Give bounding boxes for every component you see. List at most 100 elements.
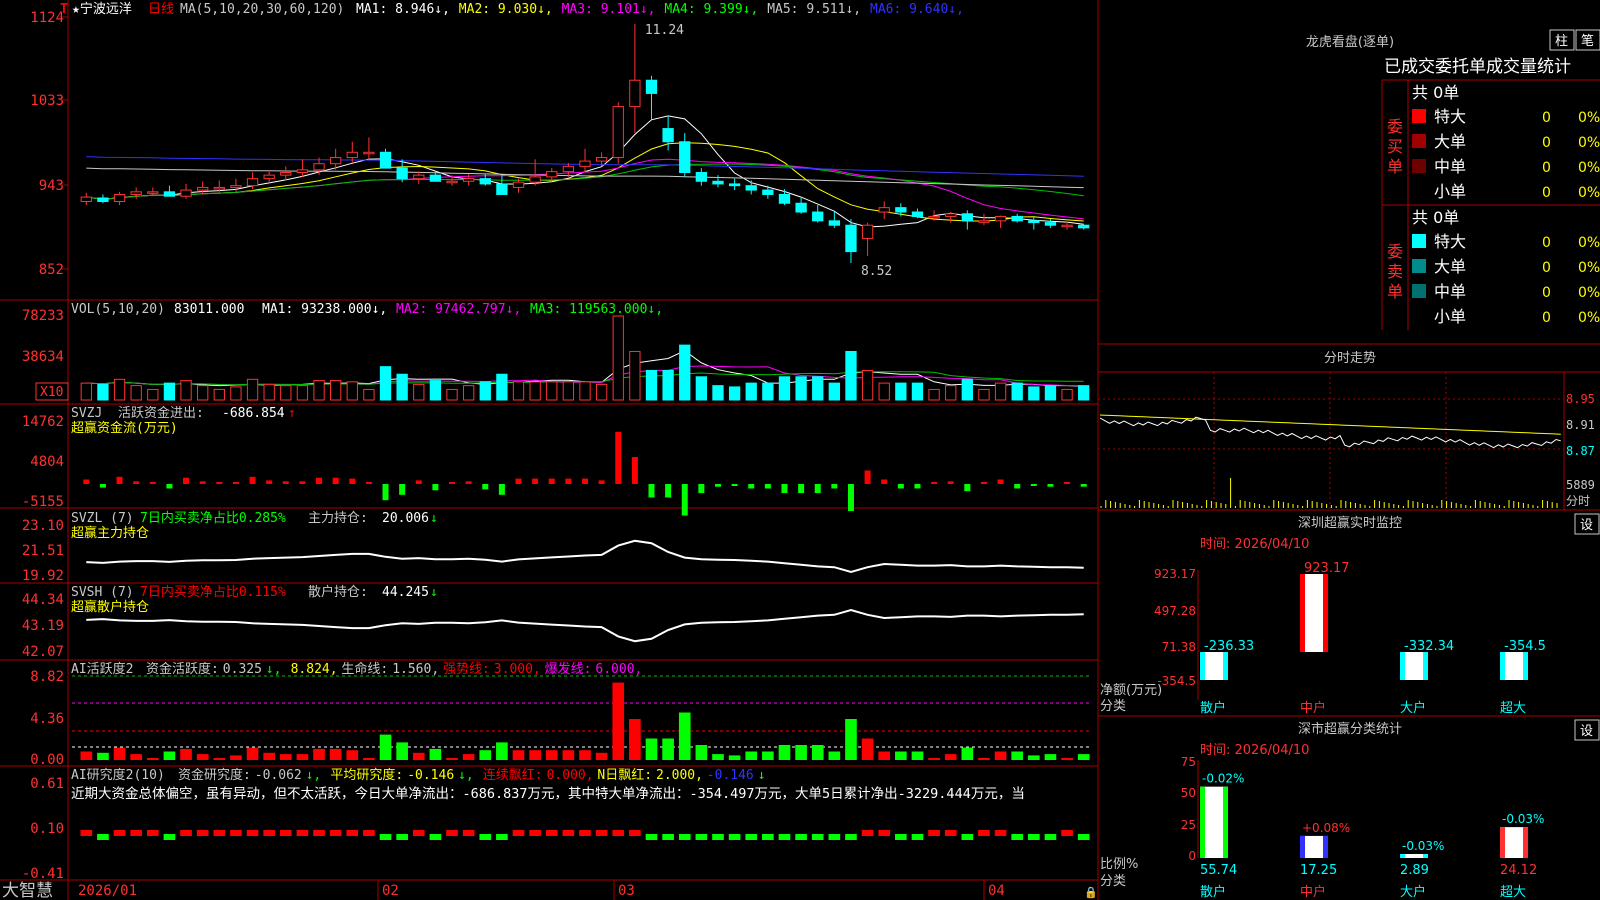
ai-research-bar bbox=[113, 830, 126, 836]
ai-active-bar bbox=[512, 750, 525, 760]
classify-change: -0.02% bbox=[1202, 772, 1244, 786]
candle-body bbox=[180, 189, 192, 197]
order-row-count: 0 bbox=[1542, 160, 1551, 176]
ai-active-bar bbox=[662, 738, 674, 760]
svzj-bar bbox=[914, 484, 921, 489]
ai-active-value: 资金活跃度: bbox=[146, 661, 219, 677]
svzj-bar bbox=[199, 481, 206, 484]
ai-active-bar bbox=[595, 752, 608, 760]
candle-body bbox=[828, 220, 840, 226]
volume-bar bbox=[679, 344, 691, 401]
order-table-header: 已成交委托单成交量统计 bbox=[1384, 57, 1571, 77]
ai-active-bar bbox=[1061, 758, 1073, 760]
candle-body bbox=[679, 141, 691, 173]
ai-active-bar bbox=[263, 752, 275, 760]
svzj-bar bbox=[964, 484, 971, 492]
monitor-tick: -354.5 bbox=[1157, 674, 1196, 688]
svzj-title: SVZJ bbox=[71, 406, 102, 421]
ai-research-bar bbox=[429, 834, 442, 840]
candle-body bbox=[945, 213, 957, 217]
ai-active-bar bbox=[196, 754, 209, 760]
classify-bar-edge bbox=[1500, 827, 1505, 858]
classify-category: 超大 bbox=[1500, 885, 1526, 900]
candle-body bbox=[313, 163, 325, 171]
ai-active-bar bbox=[828, 751, 841, 760]
ai-active-bar bbox=[1044, 754, 1057, 760]
lock-icon[interactable]: 🔒 bbox=[1084, 886, 1098, 899]
ai-active-bar bbox=[213, 758, 226, 760]
classify-value: 55.74 bbox=[1200, 863, 1237, 878]
date-tick: 02 bbox=[382, 883, 399, 899]
svsh-arrow: ↓ bbox=[430, 585, 438, 600]
candle-body bbox=[80, 196, 92, 202]
ai-research-bar bbox=[579, 830, 591, 836]
ai-active-bar bbox=[861, 738, 874, 760]
svzj-tick: -5155 bbox=[22, 494, 64, 510]
ai-active-bar bbox=[545, 750, 558, 760]
ai-research-bar bbox=[1061, 830, 1073, 836]
monitor-bar-edge bbox=[1223, 652, 1228, 680]
monitor-time: 时间: 2026/04/10 bbox=[1200, 537, 1309, 552]
ai-research-bar bbox=[346, 830, 359, 836]
period-label[interactable]: 日线 bbox=[148, 2, 174, 17]
ai-research-bar bbox=[496, 834, 508, 840]
candle-body bbox=[496, 183, 508, 195]
order-total: 共 0单 bbox=[1412, 83, 1459, 102]
date-tick: 03 bbox=[618, 883, 635, 899]
stock-chart-screen[interactable]: ★宁波远洋 日线 MA(5,10,20,30,60,120) T MA1: 8.… bbox=[0, 0, 1600, 900]
order-swatch bbox=[1412, 284, 1426, 298]
ai-active-bar bbox=[80, 751, 93, 760]
volume-bar bbox=[994, 382, 1007, 401]
order-row-pct: 0% bbox=[1578, 260, 1600, 276]
candle-body bbox=[429, 174, 442, 182]
svzl-value: 20.006 bbox=[382, 511, 429, 526]
timeshare-panel[interactable]: 分时走势 8.95 8.91 8.87 5889 分时 bbox=[1098, 350, 1595, 510]
ai-research-bar bbox=[446, 830, 458, 836]
classify-tick: 0 bbox=[1188, 849, 1196, 863]
ai-research-bar bbox=[462, 830, 475, 836]
volume-bar bbox=[945, 385, 957, 401]
order-row-count: 0 bbox=[1542, 310, 1551, 326]
ai-research-bar bbox=[512, 830, 525, 836]
volume-bar bbox=[712, 385, 724, 401]
ai-research-bar bbox=[1028, 834, 1040, 840]
svzj-bar bbox=[598, 480, 605, 484]
svsh-title: SVSH (7) bbox=[71, 585, 134, 600]
ma-value: MA1: 8.946↓, bbox=[356, 2, 450, 17]
ai-active-bar bbox=[978, 758, 990, 760]
monitor-category: 大户 bbox=[1400, 700, 1426, 716]
ai-research-bar bbox=[629, 830, 641, 836]
ai-active-title: AI活跃度2 bbox=[71, 661, 133, 677]
vol-tick: 38634 bbox=[22, 349, 64, 365]
ai-active-bar bbox=[97, 752, 109, 760]
vol-ma-value: MA2: 97462.797↓, bbox=[396, 302, 521, 317]
order-row-count: 0 bbox=[1542, 285, 1551, 301]
classify-bar-edge bbox=[1400, 854, 1405, 858]
svzj-bar bbox=[316, 477, 323, 484]
svzj-bar bbox=[698, 484, 705, 493]
ai-research-bar bbox=[379, 834, 392, 840]
volume-bar bbox=[1061, 388, 1073, 401]
classify-settings-label: 设 bbox=[1580, 724, 1593, 739]
candlestick-series[interactable] bbox=[80, 24, 1090, 263]
ai-research-bar bbox=[845, 834, 857, 840]
monitor-bars: -236.33 散户 923.17 中户 -332.34 大户 -354.5 超大 bbox=[1200, 561, 1546, 716]
candle-body bbox=[246, 178, 259, 187]
classify-title: 深市超赢分类统计 bbox=[1298, 721, 1402, 737]
ai-research-bar bbox=[180, 830, 192, 836]
volume-bar bbox=[745, 382, 757, 401]
ai-active-bar bbox=[429, 748, 442, 760]
volume-bar bbox=[1078, 385, 1090, 401]
svzj-bar bbox=[582, 478, 588, 484]
classify-bar-edge bbox=[1200, 786, 1205, 858]
candle-body bbox=[462, 178, 475, 182]
ai-active-tick: 4.36 bbox=[30, 711, 64, 727]
classify-bar-edge bbox=[1300, 835, 1305, 858]
volume-bar bbox=[795, 376, 807, 401]
candle-body bbox=[379, 151, 392, 169]
timeshare-vol-tick: 5889 bbox=[1566, 478, 1595, 492]
ai-active-bar bbox=[446, 758, 458, 760]
candle-body bbox=[213, 186, 225, 190]
svzj-bar bbox=[714, 484, 721, 487]
svzj-bar bbox=[864, 470, 871, 484]
